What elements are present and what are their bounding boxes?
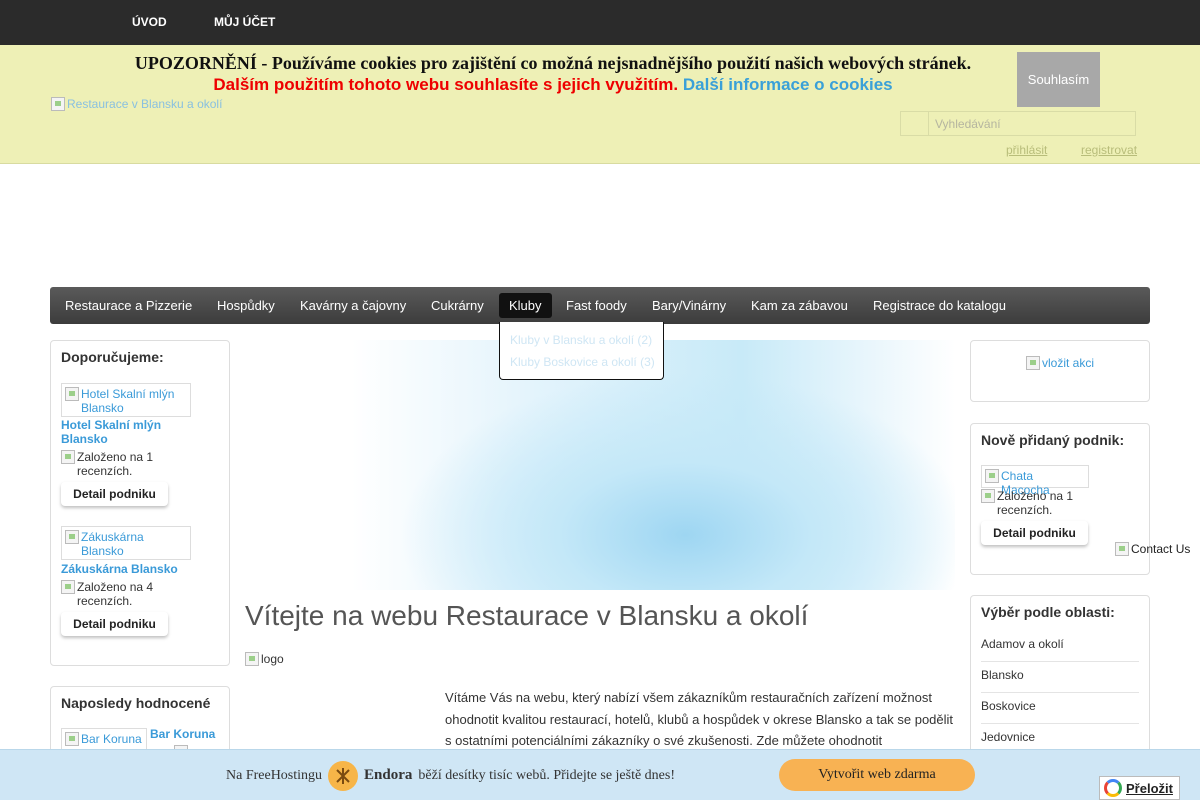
register-link[interactable]: registrovat xyxy=(1081,143,1137,157)
broken-image-icon xyxy=(985,469,999,483)
cookie-notice-title: UPOZORNĚNÍ - Používáme cookies pro zajiš… xyxy=(134,53,972,73)
search-icon[interactable] xyxy=(901,112,929,135)
site-header: UPOZORNĚNÍ - Používáme cookies pro zajiš… xyxy=(0,45,1200,164)
add-event-alt: vložit akci xyxy=(1042,356,1095,370)
rating-stars-icon xyxy=(61,580,75,594)
nav-home-link[interactable]: ÚVOD xyxy=(132,15,167,29)
recommended-box: Doporučujeme: Hotel Skalní mlýn Blansko … xyxy=(50,340,230,666)
place-thumbnail[interactable]: Chata Macocha xyxy=(981,465,1089,497)
rating-text: Založeno na 1 recenzích. xyxy=(77,450,154,478)
create-website-button[interactable]: Vytvořit web zdarma xyxy=(779,759,975,791)
content-logo-alt: logo xyxy=(261,652,284,666)
cookie-info-link[interactable]: Další informace o cookies xyxy=(683,75,893,94)
regions-title: Výběr podle oblasti: xyxy=(981,604,1115,620)
search-input[interactable] xyxy=(929,112,1135,135)
cookie-consent-text: Dalším použitím tohoto webu souhlasíte s… xyxy=(213,75,679,94)
place-rating: Založeno na 4 recenzích. xyxy=(61,580,171,608)
broken-image-icon xyxy=(65,387,79,401)
place-thumbnail-alt: Zákuskárna Blansko xyxy=(81,530,144,558)
nav-item-registration[interactable]: Registrace do katalogu xyxy=(873,298,1006,313)
login-link[interactable]: přihlásit xyxy=(1006,143,1047,157)
place-name[interactable]: Hotel Skalní mlýn Blansko xyxy=(61,418,181,446)
nav-item-bars[interactable]: Bary/Vinárny xyxy=(652,298,726,313)
broken-image-icon xyxy=(65,530,79,544)
add-event-box xyxy=(970,340,1150,402)
cookie-agree-button[interactable]: Souhlasím xyxy=(1017,52,1100,107)
rating-text: Založeno na 1 recenzích. xyxy=(997,489,1074,517)
regions-box: Výběr podle oblasti: Adamov a okolí Blan… xyxy=(970,595,1150,775)
nav-item-cafes[interactable]: Kavárny a čajovny xyxy=(300,298,406,313)
contact-us-label: Contact Us xyxy=(1131,542,1191,556)
main-nav: Restaurace a Pizzerie Hospůdky Kavárny a… xyxy=(50,287,1150,324)
place-thumbnail-alt: Bar Koruna xyxy=(81,732,142,746)
clubs-dropdown: Kluby v Blansku a okolí (2) Kluby Boskov… xyxy=(499,322,664,380)
last-rated-title: Naposledy hodnocené xyxy=(61,695,211,711)
place-rating: Založeno na 1 recenzích. xyxy=(61,450,171,478)
detail-button[interactable]: Detail podniku xyxy=(981,521,1088,545)
page-title: Vítejte na webu Restaurace v Blansku a o… xyxy=(245,600,809,631)
rating-stars-icon xyxy=(61,450,75,464)
contact-us-widget[interactable]: Contact Us xyxy=(1115,542,1190,556)
broken-image-icon xyxy=(1026,356,1040,370)
contact-icon xyxy=(1115,542,1129,556)
site-logo[interactable]: Restaurace v Blansku a okolí xyxy=(51,97,222,111)
new-place-title: Nově přidaný podnik: xyxy=(981,432,1125,448)
intro-text: Vítáme Vás na webu, který nabízí všem zá… xyxy=(445,690,954,748)
place-name[interactable]: Zákuskárna Blansko xyxy=(61,562,201,576)
content-logo: logo xyxy=(245,652,284,666)
promo-brand: Endora xyxy=(364,767,413,783)
broken-image-icon xyxy=(245,652,259,666)
place-rating: Založeno na 1 recenzích. xyxy=(981,489,1091,517)
nav-item-entertainment[interactable]: Kam za zábavou xyxy=(751,298,848,313)
region-item-blansko[interactable]: Blansko xyxy=(981,668,1139,693)
top-nav-bar: ÚVOD MŮJ ÚČET xyxy=(0,0,1200,45)
endora-logo-icon xyxy=(328,760,359,791)
dropdown-item-clubs-boskovice[interactable]: Kluby Boskovice a okolí (3) xyxy=(510,355,655,369)
place-name[interactable]: Bar Koruna xyxy=(150,727,215,741)
nav-item-restaurants[interactable]: Restaurace a Pizzerie xyxy=(65,298,192,313)
promo-text: Na FreeHostingu Endora běží desítky tisí… xyxy=(226,760,676,791)
site-logo-alt: Restaurace v Blansku a okolí xyxy=(67,97,223,111)
detail-button[interactable]: Detail podniku xyxy=(61,482,168,506)
dropdown-item-clubs-blansko[interactable]: Kluby v Blansku a okolí (2) xyxy=(510,333,652,347)
detail-button[interactable]: Detail podniku xyxy=(61,612,168,636)
broken-image-icon xyxy=(65,732,79,746)
region-item-boskovice[interactable]: Boskovice xyxy=(981,699,1139,724)
promo-text-post: běží desítky tisíc webů. Přidejte se ješ… xyxy=(418,767,676,783)
hosting-promo-bar: Na FreeHostingu Endora běží desítky tisí… xyxy=(0,749,1200,800)
place-thumbnail[interactable]: Hotel Skalní mlýn Blansko xyxy=(61,383,191,417)
search-box xyxy=(900,111,1136,136)
nav-item-confectionery[interactable]: Cukrárny xyxy=(431,298,484,313)
cookie-notice-text: Dalším použitím tohoto webu souhlasíte s… xyxy=(0,75,1106,95)
nav-item-clubs[interactable]: Kluby xyxy=(499,293,552,318)
rating-text: Založeno na 4 recenzích. xyxy=(77,580,154,608)
rating-stars-icon xyxy=(981,489,995,503)
add-event-link[interactable]: vložit akci xyxy=(1026,356,1094,370)
translate-widget[interactable]: Přeložit xyxy=(1099,776,1180,800)
broken-image-icon xyxy=(51,97,65,111)
promo-text-pre: Na FreeHostingu xyxy=(226,767,323,783)
place-thumbnail-alt: Hotel Skalní mlýn Blansko xyxy=(81,387,175,415)
translate-label: Přeložit xyxy=(1126,780,1173,796)
nav-item-fastfood[interactable]: Fast foody xyxy=(566,298,627,313)
region-item-adamov[interactable]: Adamov a okolí xyxy=(981,637,1139,662)
google-icon xyxy=(1104,779,1122,797)
nav-account-link[interactable]: MŮJ ÚČET xyxy=(214,15,275,29)
place-thumbnail[interactable]: Zákuskárna Blansko xyxy=(61,526,191,560)
nav-item-pubs[interactable]: Hospůdky xyxy=(217,298,275,313)
recommended-title: Doporučujeme: xyxy=(61,349,164,365)
